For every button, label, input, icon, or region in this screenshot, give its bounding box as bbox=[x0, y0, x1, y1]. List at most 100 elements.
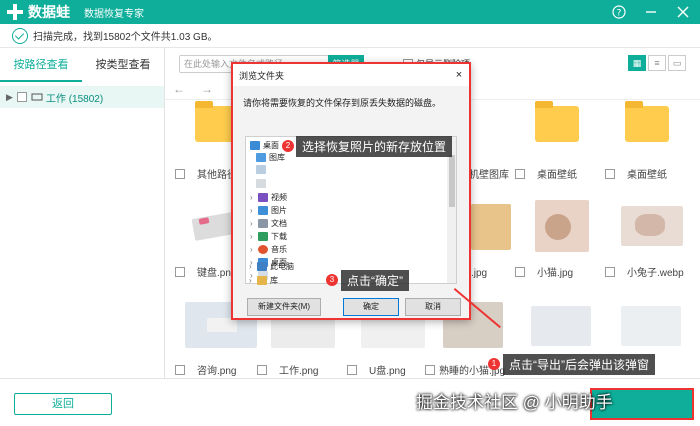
help-icon[interactable]: ? bbox=[612, 5, 626, 19]
tree-node-label: 图片 bbox=[271, 206, 287, 215]
tree-scrollbar-thumb[interactable] bbox=[449, 155, 455, 207]
step-1-callout: 点击“导出”后会弹出该弹窗 bbox=[503, 354, 655, 375]
drive-icon bbox=[31, 93, 43, 101]
file-checkbox[interactable] bbox=[515, 266, 525, 277]
tree-node-label: 桌面 bbox=[263, 141, 279, 150]
back-button[interactable]: 返回 bbox=[14, 393, 112, 415]
pictures-folder-icon bbox=[258, 206, 268, 215]
tree-node-label: 文档 bbox=[271, 219, 287, 228]
cancel-button[interactable]: 取消 bbox=[405, 298, 461, 316]
chevron-right-icon[interactable]: › bbox=[250, 206, 258, 215]
file-name: 小猫.jpg bbox=[537, 268, 574, 279]
chevron-right-icon[interactable]: › bbox=[249, 262, 257, 271]
file-checkbox[interactable] bbox=[425, 364, 435, 375]
file-checkbox[interactable] bbox=[175, 364, 185, 375]
blurred-icon bbox=[256, 179, 266, 188]
tree-node-label: 库 bbox=[270, 276, 278, 285]
file-name: 工作.png bbox=[279, 366, 319, 377]
app-logo-icon bbox=[7, 4, 23, 20]
dialog-title: 浏览文件夹 bbox=[239, 70, 285, 81]
scan-status-text: 扫描完成，找到15802个文件共1.03 GB。 bbox=[33, 32, 218, 43]
grid-view-icon[interactable]: ▦ bbox=[628, 55, 646, 71]
tree-node-pictures[interactable]: › 图片 bbox=[250, 204, 287, 217]
title-bar: 数据蛙 数据恢复专家 ? bbox=[0, 0, 700, 24]
step-1-marker: 1 bbox=[488, 358, 500, 370]
file-thumbnail bbox=[525, 200, 597, 254]
sidebar: 按路径查看 按类型查看 ▶ 工作 (15802) bbox=[0, 48, 165, 378]
forward-arrow-icon[interactable]: → bbox=[201, 82, 213, 96]
step-2-callout: 选择恢复照片的新存放位置 bbox=[296, 136, 453, 157]
file-name: 桌面壁纸 bbox=[627, 170, 667, 181]
tree-node-label: 此电脑 bbox=[270, 262, 294, 271]
desktop-folder-icon bbox=[250, 141, 260, 150]
detail-view-icon[interactable]: ▭ bbox=[668, 55, 686, 71]
file-checkbox[interactable] bbox=[175, 266, 185, 277]
tree-scrollbar[interactable] bbox=[447, 137, 456, 283]
dialog-message: 请你将需要恢复的文件保存到原丢失数据的磁盘。 bbox=[243, 98, 442, 108]
file-thumbnail bbox=[615, 200, 687, 254]
chevron-right-icon[interactable]: › bbox=[250, 219, 258, 228]
folder-icon bbox=[535, 101, 579, 142]
tab-by-type[interactable]: 按类型查看 bbox=[82, 48, 164, 82]
chevron-right-icon[interactable]: › bbox=[250, 193, 258, 202]
video-folder-icon bbox=[258, 193, 268, 202]
documents-folder-icon bbox=[258, 219, 268, 228]
library-icon bbox=[257, 276, 267, 285]
computer-icon bbox=[257, 262, 267, 271]
music-icon bbox=[258, 245, 268, 254]
folder-icon bbox=[625, 101, 669, 142]
tree-node-blurred[interactable] bbox=[256, 177, 269, 190]
file-checkbox[interactable] bbox=[175, 168, 185, 179]
chevron-right-icon[interactable]: ▶ bbox=[6, 92, 13, 103]
step-3-callout: 点击“确定” bbox=[341, 270, 409, 291]
app-name: 数据蛙 bbox=[28, 4, 70, 20]
chevron-right-icon[interactable]: › bbox=[249, 276, 257, 285]
tree-node-library[interactable]: › 库 bbox=[249, 274, 278, 287]
dialog-close-icon[interactable]: × bbox=[449, 69, 469, 81]
tree-node-music[interactable]: › 音乐 bbox=[250, 243, 287, 256]
tree-node-documents[interactable]: › 文档 bbox=[250, 217, 287, 230]
tree-node-this-pc[interactable]: › 此电脑 bbox=[249, 260, 294, 273]
watermark: 掘金技术社区 @ 小明助手 bbox=[416, 393, 613, 412]
file-thumbnail bbox=[525, 298, 597, 352]
app-subtitle: 数据恢复专家 bbox=[84, 8, 144, 20]
file-checkbox[interactable] bbox=[605, 266, 615, 277]
app-logo: 数据蛙 bbox=[0, 2, 70, 22]
step-2-marker: 2 bbox=[282, 140, 294, 152]
step-3-marker: 3 bbox=[326, 274, 338, 286]
list-view-icon[interactable]: ≡ bbox=[648, 55, 666, 71]
tree-node-label: 视频 bbox=[271, 193, 287, 202]
tree-item-label: 工作 (15802) bbox=[45, 93, 104, 105]
tab-by-path[interactable]: 按路径查看 bbox=[0, 48, 82, 82]
sidebar-tree-item-work[interactable]: ▶ 工作 (15802) bbox=[0, 86, 164, 108]
back-arrow-icon[interactable]: ← bbox=[173, 82, 185, 96]
new-folder-button[interactable]: 新建文件夹(M) bbox=[247, 298, 321, 316]
file-name: U盘.png bbox=[369, 366, 406, 377]
file-checkbox[interactable] bbox=[605, 168, 615, 179]
minimize-icon[interactable] bbox=[644, 5, 658, 19]
tree-node-downloads[interactable]: › 下载 bbox=[250, 230, 287, 243]
tree-node-label: 图库 bbox=[269, 153, 285, 162]
tree-node-label: 下载 bbox=[271, 232, 287, 241]
file-checkbox[interactable] bbox=[347, 364, 357, 375]
tree-checkbox[interactable] bbox=[16, 92, 27, 102]
check-circle-icon bbox=[12, 27, 28, 44]
chevron-right-icon[interactable]: › bbox=[250, 245, 258, 254]
file-checkbox[interactable] bbox=[257, 364, 267, 375]
tree-node-blurred[interactable] bbox=[256, 163, 269, 176]
file-item[interactable]: 桌面壁纸 bbox=[515, 101, 605, 196]
file-thumbnail bbox=[615, 298, 687, 352]
chevron-right-icon[interactable]: › bbox=[250, 232, 258, 241]
dialog-titlebar: 浏览文件夹 × bbox=[233, 64, 469, 86]
downloads-icon bbox=[258, 232, 268, 241]
close-icon[interactable] bbox=[676, 5, 690, 19]
file-item[interactable]: 小猫.jpg bbox=[515, 200, 605, 292]
ok-button[interactable]: 确定 bbox=[343, 298, 399, 316]
scan-status: 扫描完成，找到15802个文件共1.03 GB。 bbox=[0, 24, 700, 48]
file-item[interactable]: 小兔子.webp bbox=[605, 200, 695, 292]
tree-node-label: 音乐 bbox=[271, 245, 287, 254]
gallery-icon bbox=[256, 153, 266, 162]
tree-node-videos[interactable]: › 视频 bbox=[250, 191, 287, 204]
file-name: 咨询.png bbox=[197, 366, 237, 377]
file-item[interactable]: 桌面壁纸 bbox=[605, 101, 695, 196]
